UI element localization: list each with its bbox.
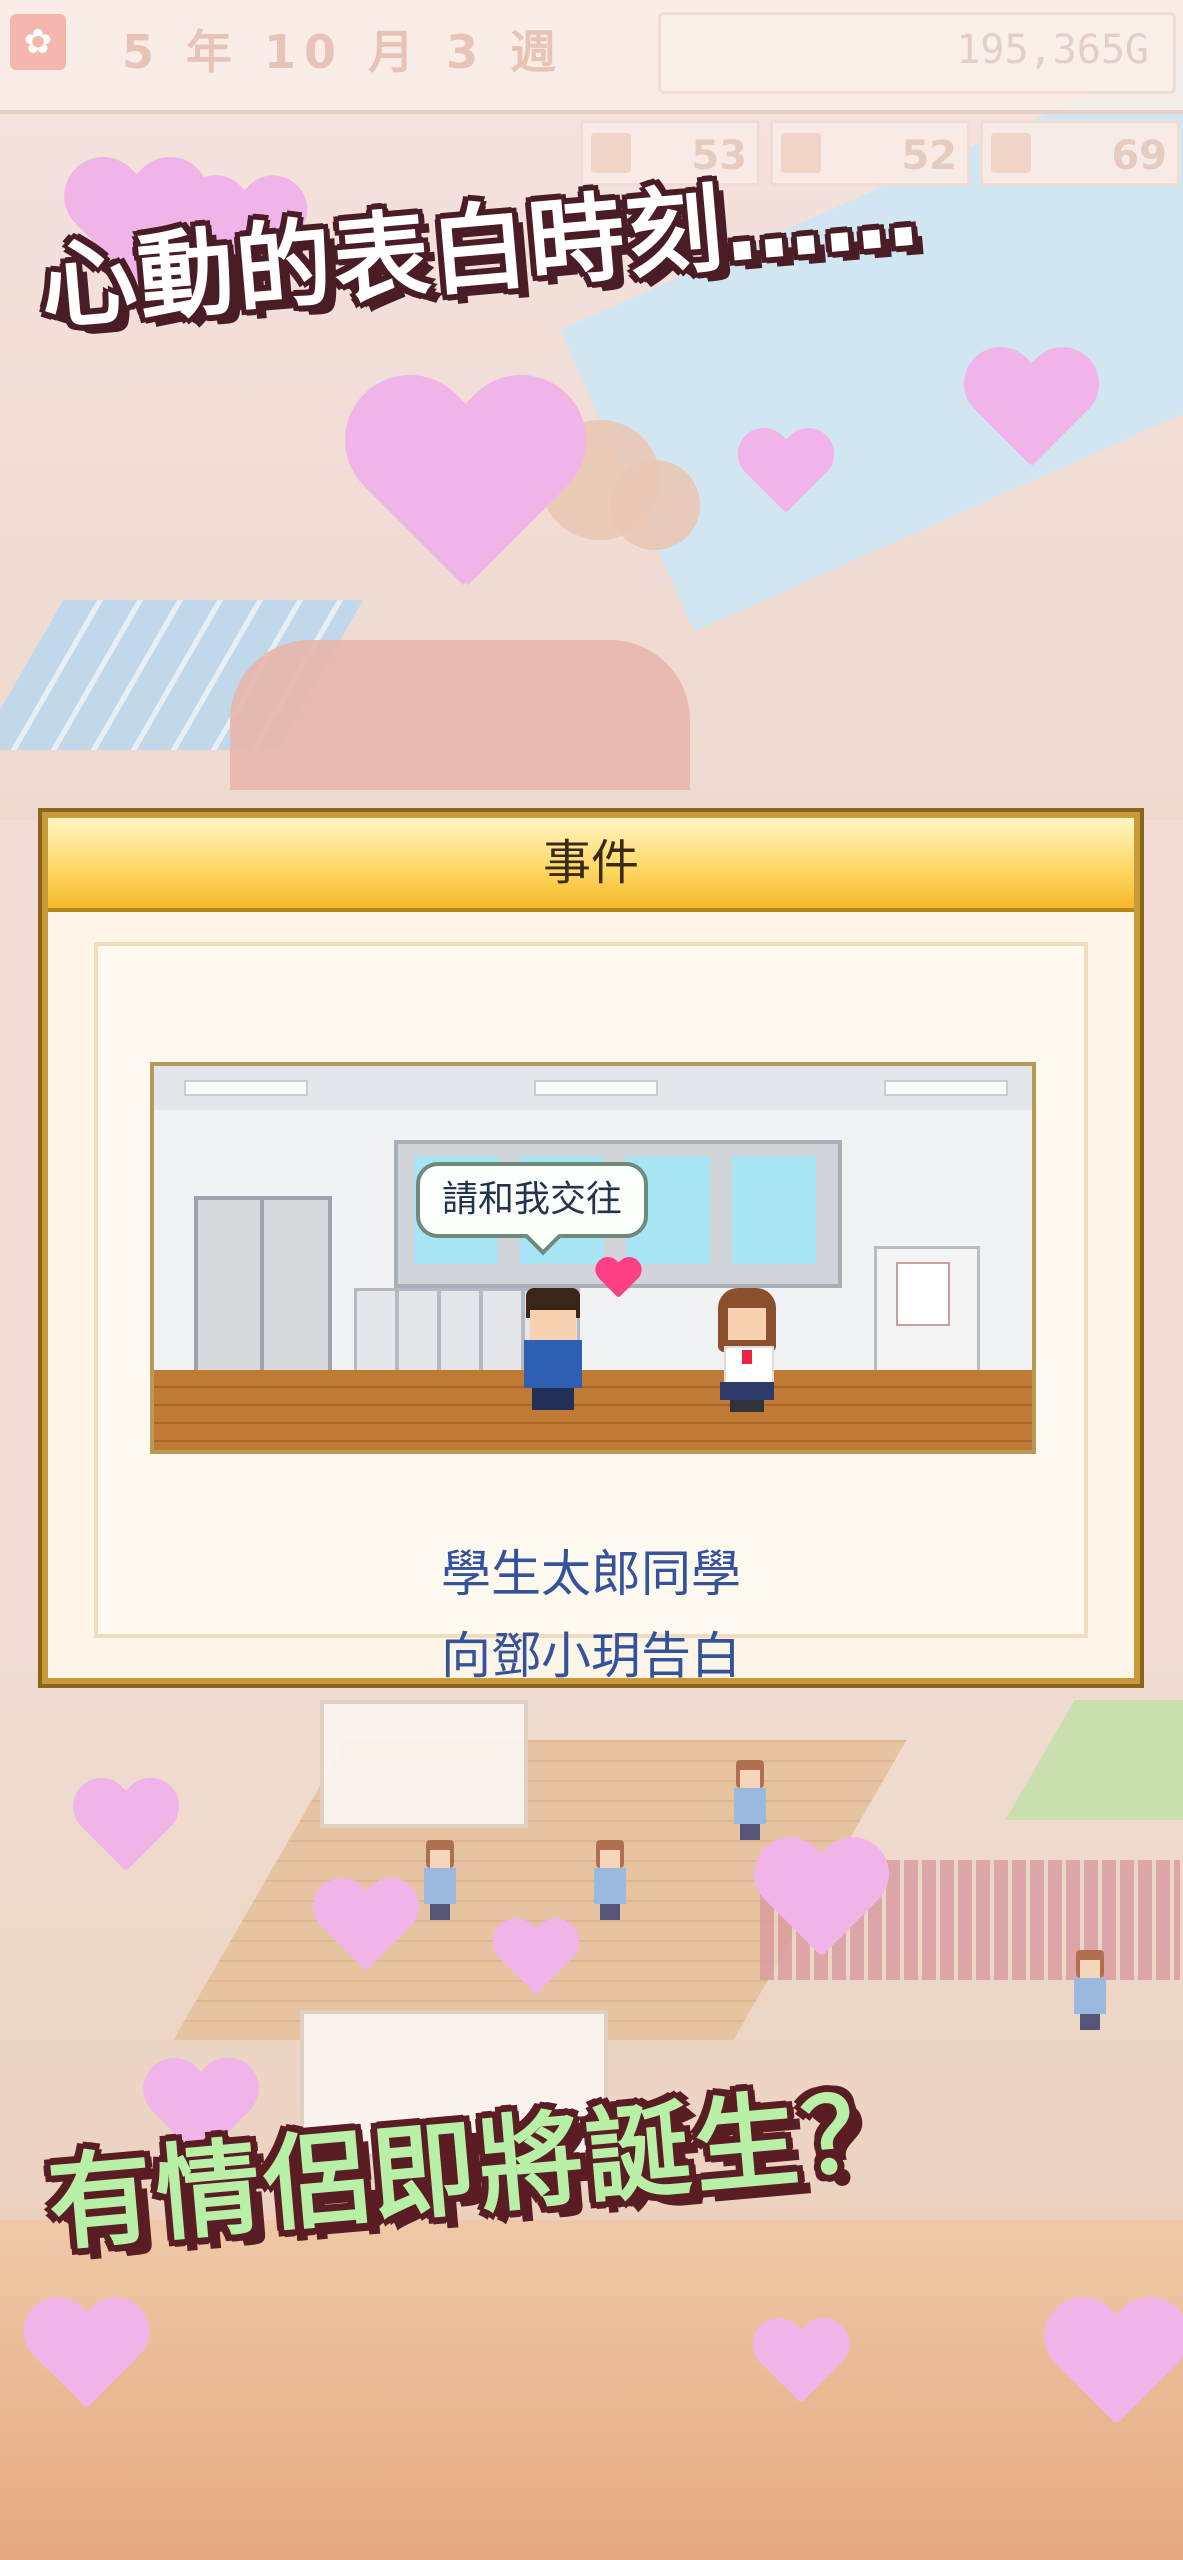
money-display: 195,365G	[658, 12, 1176, 94]
background-student	[1070, 1950, 1110, 2030]
heart-icon	[735, 430, 835, 530]
game-date: 5 年 10 月 3 週	[122, 25, 565, 79]
heart-icon	[490, 1920, 580, 2010]
scene-poster	[896, 1262, 950, 1326]
event-message-line1: 學生太郎同學	[441, 1545, 741, 1603]
heart-icon	[338, 380, 588, 630]
person-icon	[991, 133, 1031, 173]
background-student	[420, 1840, 460, 1920]
scene-ceiling	[154, 1066, 1032, 1114]
heart-icon	[750, 1840, 890, 1980]
event-dialog-header: 事件	[48, 818, 1134, 912]
speech-bubble: 請和我交往	[416, 1162, 649, 1238]
scene-floor	[154, 1370, 1032, 1450]
event-dialog-body: 請和我交往 學生太郎同學 向鄧小玥告白	[48, 912, 1134, 1685]
money-value: 195,365G	[956, 27, 1149, 73]
background-bottom-floor	[0, 2220, 1183, 2560]
event-dialog-title: 事件	[542, 835, 639, 891]
background-gym-roof	[230, 640, 690, 790]
heart-icon	[960, 350, 1100, 490]
school-emblem-icon[interactable]: ✿	[10, 14, 66, 70]
stat-art-value: 69	[1111, 133, 1167, 179]
scene-window	[732, 1156, 816, 1264]
stat-art[interactable]: 69	[980, 120, 1180, 186]
ceiling-light	[534, 1080, 658, 1096]
girl-student-sprite	[712, 1288, 782, 1414]
event-dialog[interactable]: 事件 請和我交往 學生太郎同學 向鄧小玥告白	[38, 808, 1144, 1688]
heart-icon	[70, 1780, 180, 1890]
background-tree	[610, 460, 700, 550]
ceiling-light	[184, 1080, 308, 1096]
background-student	[590, 1840, 630, 1920]
ceiling-light	[884, 1080, 1008, 1096]
top-hud-bar: ✿ 5 年 10 月 3 週 195,365G	[0, 0, 1183, 114]
heart-icon	[594, 1258, 642, 1306]
event-message-line2: 向鄧小玥告白	[441, 1627, 741, 1685]
background-room-wall	[320, 1700, 528, 1828]
scene-doors	[194, 1196, 332, 1394]
background-student	[730, 1760, 770, 1840]
heart-icon	[750, 2320, 850, 2420]
heart-icon	[310, 1880, 420, 1990]
heart-icon	[20, 2300, 150, 2430]
boy-student-sprite	[518, 1288, 588, 1414]
heart-icon	[1040, 2300, 1183, 2450]
event-scene-image: 請和我交往	[150, 1062, 1036, 1454]
